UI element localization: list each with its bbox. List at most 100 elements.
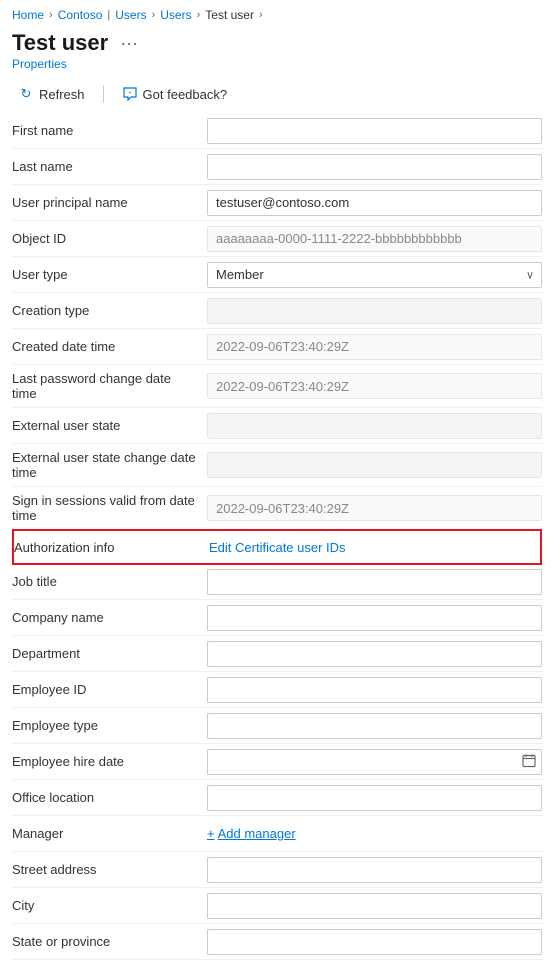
feedback-icon (122, 86, 138, 102)
toolbar-divider (103, 85, 104, 103)
form-row-ext-user-state: External user state (12, 408, 542, 444)
input-upn[interactable] (207, 190, 542, 216)
value-creation-type (207, 294, 542, 328)
label-last-pw: Last password change date time (12, 365, 207, 407)
input-employee-id[interactable] (207, 677, 542, 703)
value-user-type: Member Guest ∨ (207, 258, 542, 292)
input-sign-in (207, 495, 542, 521)
input-office-location[interactable] (207, 785, 542, 811)
input-job-title[interactable] (207, 569, 542, 595)
form-row-upn: User principal name (12, 185, 542, 221)
label-manager: Manager (12, 820, 207, 847)
value-company-name (207, 601, 542, 635)
label-sign-in: Sign in sessions valid from date time (12, 487, 207, 529)
label-user-type: User type (12, 261, 207, 288)
form-row-manager: Manager + Add manager (12, 816, 542, 852)
breadcrumb-users-1[interactable]: Users (115, 8, 146, 22)
label-hire-date: Employee hire date (12, 748, 207, 775)
value-department (207, 637, 542, 671)
breadcrumb-test-user: Test user (205, 8, 254, 22)
input-state[interactable] (207, 929, 542, 955)
add-manager-link[interactable]: + Add manager (207, 826, 542, 841)
form-row-created-date: Created date time (12, 329, 542, 365)
form-row-first-name: First name (12, 113, 542, 149)
label-ext-user-state: External user state (12, 412, 207, 439)
value-object-id (207, 222, 542, 256)
form-row-hire-date: Employee hire date (12, 744, 542, 780)
input-street-address[interactable] (207, 857, 542, 883)
value-first-name (207, 114, 542, 148)
value-sign-in (207, 491, 542, 525)
form-row-ext-user-state-change: External user state change date time (12, 444, 542, 487)
label-creation-type: Creation type (12, 297, 207, 324)
form-row-auth-info: Authorization info Edit Certificate user… (12, 529, 542, 565)
breadcrumb-home[interactable]: Home (12, 8, 44, 22)
label-company-name: Company name (12, 604, 207, 631)
add-icon: + (207, 826, 215, 841)
label-employee-type: Employee type (12, 712, 207, 739)
label-employee-id: Employee ID (12, 676, 207, 703)
value-last-pw (207, 369, 542, 403)
label-street-address: Street address (12, 856, 207, 883)
feedback-label: Got feedback? (143, 87, 228, 102)
label-ext-user-state-change: External user state change date time (12, 444, 207, 486)
form-container: First name Last name User principal name… (0, 113, 554, 960)
form-row-department: Department (12, 636, 542, 672)
input-company-name[interactable] (207, 605, 542, 631)
breadcrumb-sep-3: › (197, 9, 201, 21)
select-user-type[interactable]: Member Guest (207, 262, 542, 288)
input-first-name[interactable] (207, 118, 542, 144)
label-first-name: First name (12, 117, 207, 144)
breadcrumb-contoso[interactable]: Contoso (58, 8, 103, 22)
input-department[interactable] (207, 641, 542, 667)
form-row-sign-in: Sign in sessions valid from date time (12, 487, 542, 530)
form-row-object-id: Object ID (12, 221, 542, 257)
edit-certificate-link[interactable]: Edit Certificate user IDs (209, 540, 346, 555)
refresh-button[interactable]: ↻ Refresh (12, 83, 91, 105)
more-options-button[interactable]: ··· (116, 31, 142, 56)
value-ext-user-state-change (207, 448, 542, 482)
form-row-user-type: User type Member Guest ∨ (12, 257, 542, 293)
value-job-title (207, 565, 542, 599)
label-job-title: Job title (12, 568, 207, 595)
input-hire-date[interactable] (207, 749, 542, 775)
form-row-last-name: Last name (12, 149, 542, 185)
add-manager-label: Add manager (218, 826, 296, 841)
breadcrumb-sep-4: › (259, 9, 263, 21)
label-upn: User principal name (12, 189, 207, 216)
form-row-job-title: Job title (12, 564, 542, 600)
value-created-date (207, 330, 542, 364)
value-ext-user-state (207, 409, 542, 443)
form-row-state: State or province (12, 924, 542, 960)
page-title: Test user (12, 30, 108, 56)
value-office-location (207, 781, 542, 815)
label-department: Department (12, 640, 207, 667)
value-upn (207, 186, 542, 220)
value-auth-info: Edit Certificate user IDs (209, 536, 540, 559)
value-state (207, 925, 542, 959)
breadcrumb: Home › Contoso | Users › Users › Test us… (0, 0, 554, 26)
breadcrumb-sep-0: › (49, 9, 53, 21)
form-row-office-location: Office location (12, 780, 542, 816)
input-city[interactable] (207, 893, 542, 919)
label-state: State or province (12, 928, 207, 955)
breadcrumb-users-2[interactable]: Users (160, 8, 191, 22)
form-row-employee-type: Employee type (12, 708, 542, 744)
feedback-button[interactable]: Got feedback? (116, 83, 234, 105)
input-object-id (207, 226, 542, 252)
input-employee-type[interactable] (207, 713, 542, 739)
form-row-last-pw: Last password change date time (12, 365, 542, 408)
refresh-icon: ↻ (18, 86, 34, 102)
input-last-pw (207, 373, 542, 399)
page-header: Test user ··· Properties (0, 26, 554, 77)
breadcrumb-sep-2: › (152, 9, 156, 21)
value-hire-date (207, 745, 542, 779)
input-last-name[interactable] (207, 154, 542, 180)
toolbar: ↻ Refresh Got feedback? (0, 77, 554, 113)
label-office-location: Office location (12, 784, 207, 811)
value-city (207, 889, 542, 923)
form-row-company-name: Company name (12, 600, 542, 636)
form-row-city: City (12, 888, 542, 924)
value-employee-type (207, 709, 542, 743)
form-row-street-address: Street address (12, 852, 542, 888)
